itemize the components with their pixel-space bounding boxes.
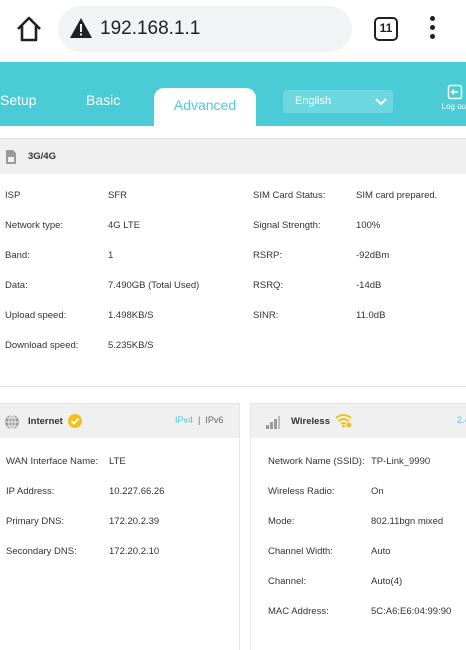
band-value: 1	[108, 250, 114, 261]
tab-advanced[interactable]: Advanced	[154, 88, 256, 126]
section-divider	[0, 386, 466, 387]
wan-interface-value: LTE	[109, 456, 126, 467]
download-speed-value: 5.235KB/S	[108, 340, 154, 351]
isp-value: SFR	[108, 190, 127, 201]
rsrp-label: RSRP:	[253, 250, 283, 261]
language-select[interactable]: English	[283, 90, 393, 113]
internet-card-header: Internet IPv4 | IPv6	[0, 404, 239, 438]
wireless-card-title: Wireless	[291, 416, 330, 427]
wan-interface-label: WAN Interface Name:	[6, 456, 99, 467]
channel-value: Auto(4)	[371, 576, 403, 587]
ipv6-tab[interactable]: IPv6	[205, 415, 223, 425]
warning-icon[interactable]	[69, 17, 93, 39]
mode-label: Mode:	[268, 516, 295, 527]
check-circle-icon	[68, 414, 82, 428]
network-type-value: 4G LTE	[108, 220, 141, 231]
logout-icon	[447, 84, 463, 100]
sim-status-label: SIM Card Status:	[253, 190, 326, 201]
mac-address-value: 5C:A6:E6:04:99:90	[371, 606, 452, 617]
upload-speed-label: Upload speed:	[5, 310, 67, 321]
signal-icon	[266, 416, 280, 429]
wireless-card: Wireless 2.4 Network Name (SSID): TP-Lin…	[250, 403, 466, 650]
more-vert-icon[interactable]	[424, 14, 440, 44]
wifi-icon	[335, 414, 352, 428]
signal-strength-label: Signal Strength:	[253, 220, 321, 231]
band-2g-tab[interactable]: 2.4	[457, 415, 466, 425]
language-value: English	[295, 95, 332, 107]
logout-label: Log out	[441, 102, 466, 111]
sinr-value: 11.0dB	[356, 310, 386, 321]
tab-setup[interactable]: Setup	[0, 92, 37, 108]
secondary-dns-label: Secondary DNS:	[6, 546, 77, 557]
signal-strength-value: 100%	[356, 220, 381, 231]
channel-label: Channel:	[268, 576, 307, 587]
rsrq-value: -14dB	[356, 280, 382, 291]
ip-address-value: 10.227.66.26	[109, 486, 165, 497]
router-nav-bar: Setup Basic Advanced English Log out	[0, 62, 466, 126]
wireless-card-header: Wireless 2.4	[251, 404, 466, 438]
network-type-label: Network type:	[5, 220, 64, 231]
cellular-section-title: 3G/4G	[28, 151, 56, 162]
sim-status-value: SIM card prepared.	[356, 190, 438, 201]
home-icon[interactable]	[14, 14, 44, 44]
ip-version-separator: |	[198, 415, 201, 425]
primary-dns-label: Primary DNS:	[6, 516, 65, 527]
data-value: 7.490GB (Total Used)	[108, 280, 200, 291]
upload-speed-value: 1.498KB/S	[108, 310, 154, 321]
rsrp-value: -92dBm	[356, 250, 390, 261]
ip-address-label: IP Address:	[6, 486, 55, 497]
browser-toolbar: 192.168.1.1 11	[0, 0, 466, 62]
internet-card: Internet IPv4 | IPv6 WAN Interface Name: L…	[0, 403, 240, 650]
sim-card-icon	[6, 150, 16, 164]
tabs-count-icon[interactable]: 11	[374, 17, 398, 41]
ip-version-toggle: IPv4 | IPv6	[175, 415, 223, 425]
band-label: Band:	[5, 250, 30, 261]
mac-address-label: MAC Address:	[268, 606, 329, 617]
channel-width-value: Auto	[371, 546, 391, 557]
rsrq-label: RSRQ:	[253, 280, 284, 291]
secondary-dns-value: 172.20.2.10	[109, 546, 160, 557]
primary-dns-value: 172.20.2.39	[109, 516, 160, 527]
logout-button[interactable]: Log out	[440, 84, 466, 124]
internet-card-title: Internet	[28, 416, 63, 427]
sinr-label: SINR:	[253, 310, 279, 321]
ssid-label: Network Name (SSID):	[268, 456, 365, 467]
chevron-down-icon	[375, 98, 387, 106]
data-label: Data:	[5, 280, 28, 291]
isp-label: ISP	[5, 190, 21, 201]
url-bar[interactable]: 192.168.1.1	[58, 6, 352, 52]
globe-icon	[5, 414, 19, 430]
mode-value: 802.11bgn mixed	[371, 516, 444, 527]
ipv4-tab[interactable]: IPv4	[175, 415, 193, 425]
tab-basic[interactable]: Basic	[86, 92, 120, 108]
wireless-radio-value: On	[371, 486, 384, 497]
cellular-section-header: 3G/4G	[0, 138, 466, 174]
url-text[interactable]: 192.168.1.1	[100, 18, 200, 40]
ssid-value: TP-Link_9990	[371, 456, 431, 467]
wireless-radio-label: Wireless Radio:	[268, 486, 335, 497]
download-speed-label: Download speed:	[5, 340, 79, 351]
channel-width-label: Channel Width:	[268, 546, 333, 557]
